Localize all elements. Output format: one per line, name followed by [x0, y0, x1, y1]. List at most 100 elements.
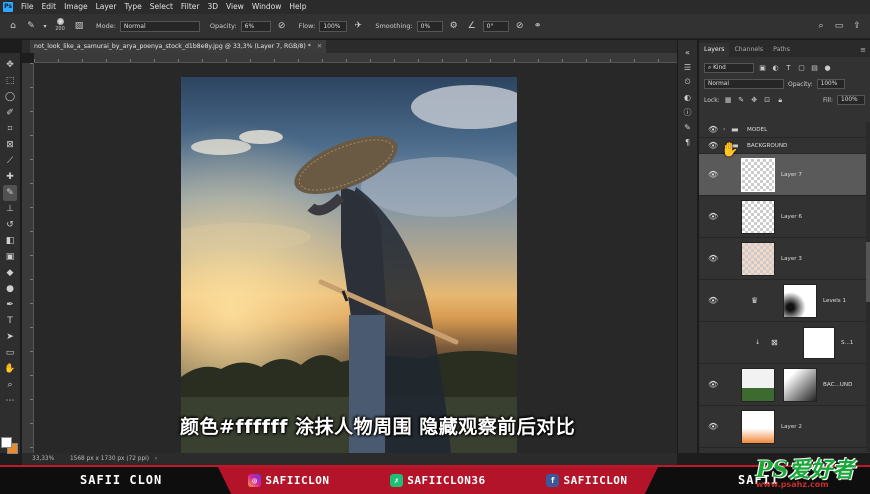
airbrush-icon[interactable]: ✈: [351, 19, 365, 33]
tab-layers[interactable]: Layers: [699, 43, 730, 57]
status-menu-icon[interactable]: ›: [155, 456, 157, 462]
collapse-arrows-icon[interactable]: «: [682, 46, 694, 58]
visibility-eye-icon[interactable]: 👁︎: [708, 141, 718, 150]
properties-icon[interactable]: ☰: [682, 61, 694, 73]
history-brush-tool-icon[interactable]: ↺: [3, 217, 17, 233]
flow-input[interactable]: 100%: [319, 20, 348, 32]
menu-3d[interactable]: 3D: [203, 0, 222, 14]
opacity-input[interactable]: 6%: [240, 20, 271, 32]
smoothing-settings-icon[interactable]: ⚙: [447, 19, 461, 33]
blend-mode-select[interactable]: Normal: [704, 79, 784, 89]
mode-select[interactable]: Normal: [119, 20, 200, 32]
gradient-tool-icon[interactable]: ▣: [3, 249, 17, 265]
paragraph-icon[interactable]: ¶: [682, 136, 694, 148]
close-icon[interactable]: ✕: [317, 43, 322, 50]
lasso-tool-icon[interactable]: ◯: [3, 89, 17, 105]
share-icon[interactable]: ⇪: [850, 19, 864, 33]
type-tool-icon[interactable]: T: [3, 313, 17, 329]
blur-tool-icon[interactable]: ◆: [3, 265, 17, 281]
lock-all-icon[interactable]: 🔒︎: [776, 96, 785, 105]
tab-channels[interactable]: Channels: [729, 43, 768, 57]
chevron-down-icon[interactable]: ▾: [42, 19, 48, 33]
kind-filter-select[interactable]: ⌕ Kind: [704, 63, 754, 73]
info-icon[interactable]: ⓘ: [682, 106, 694, 118]
instagram-link[interactable]: ◎ SAFIICLON: [248, 474, 329, 487]
path-selection-tool-icon[interactable]: ➤: [3, 329, 17, 345]
brush-tool-icon[interactable]: ✎: [3, 185, 17, 201]
menu-filter[interactable]: Filter: [177, 0, 204, 14]
document-image[interactable]: [181, 77, 517, 453]
brush-preset-picker[interactable]: 200: [52, 18, 68, 34]
visibility-eye-icon[interactable]: 👁︎: [708, 212, 718, 221]
document-tab[interactable]: not_look_like_a_samurai_by_arya_poenya_s…: [30, 40, 326, 53]
menu-image[interactable]: Image: [60, 0, 92, 14]
lock-pixels-icon[interactable]: ✎: [737, 96, 746, 105]
fill-input[interactable]: 100%: [837, 95, 865, 105]
eraser-tool-icon[interactable]: ◧: [3, 233, 17, 249]
lock-transparency-icon[interactable]: ▦: [724, 96, 733, 105]
menu-window[interactable]: Window: [248, 0, 286, 14]
zoom-tool-icon[interactable]: ⌕: [3, 377, 17, 393]
move-tool-icon[interactable]: ✥: [3, 57, 17, 73]
lock-artboard-icon[interactable]: ⊡: [763, 96, 772, 105]
visibility-eye-icon[interactable]: 👁︎: [708, 125, 718, 134]
layer-row-layer-3[interactable]: 👁︎ Layer 3: [699, 238, 867, 280]
menu-type[interactable]: Type: [121, 0, 146, 14]
filter-toggle-icon[interactable]: ●: [823, 64, 832, 73]
layer-row-model[interactable]: 👁︎ › ▬ MODEL: [699, 122, 867, 138]
menu-help[interactable]: Help: [285, 0, 310, 14]
color-swatches[interactable]: [1, 437, 19, 455]
frame-tool-icon[interactable]: ⊠: [3, 137, 17, 153]
menu-view[interactable]: View: [222, 0, 248, 14]
visibility-eye-icon[interactable]: 👁︎: [708, 380, 718, 389]
layer-row-layer-7[interactable]: 👁︎ Layer 7 ✋: [699, 142, 867, 196]
adjustment-filter-icon[interactable]: ◐: [771, 64, 780, 73]
visibility-eye-icon[interactable]: 👁︎: [708, 254, 718, 263]
dodge-tool-icon[interactable]: ●: [3, 281, 17, 297]
fiverr-link[interactable]: ✗ SAFIICLON36: [390, 474, 485, 487]
menu-file[interactable]: File: [17, 0, 38, 14]
marquee-tool-icon[interactable]: ⬚: [3, 73, 17, 89]
hand-tool-icon[interactable]: ✋: [3, 361, 17, 377]
eyedropper-tool-icon[interactable]: ⟋: [3, 153, 17, 169]
history-icon[interactable]: ⏲: [682, 76, 694, 88]
menu-select[interactable]: Select: [146, 0, 177, 14]
brush-tool-icon[interactable]: ✎: [24, 19, 38, 33]
layer-row-layer-6[interactable]: 👁︎ Layer 6: [699, 196, 867, 238]
adjustments-icon[interactable]: ◐: [682, 91, 694, 103]
layer-row-levels-1[interactable]: 👁︎ ♛ Levels 1: [699, 280, 867, 322]
brush-settings-icon[interactable]: ▨: [72, 19, 86, 33]
group-expand-icon[interactable]: ›: [723, 126, 725, 133]
pixel-filter-icon[interactable]: ▣: [758, 64, 767, 73]
brushes-icon[interactable]: ✎: [682, 121, 694, 133]
layer-row-s1[interactable]: 👁︎ ↓ ⊠ S...1: [699, 322, 867, 364]
crop-tool-icon[interactable]: ⌗: [3, 121, 17, 137]
layer-row-layer-2[interactable]: 👁︎ Layer 2: [699, 406, 867, 448]
zoom-level[interactable]: 33,33%: [32, 456, 54, 462]
quick-select-tool-icon[interactable]: ✐: [3, 105, 17, 121]
symmetry-icon[interactable]: ⚭: [531, 19, 545, 33]
panel-menu-icon[interactable]: ≡: [860, 43, 866, 57]
layers-scrollbar[interactable]: [866, 122, 870, 452]
healing-brush-tool-icon[interactable]: ✚: [3, 169, 17, 185]
type-filter-icon[interactable]: T: [784, 64, 793, 73]
visibility-eye-icon[interactable]: 👁︎: [708, 170, 718, 179]
clone-stamp-tool-icon[interactable]: ⊥: [3, 201, 17, 217]
smoothing-input[interactable]: 0%: [416, 20, 443, 32]
layer-row-background[interactable]: 👁︎ BAC...UND: [699, 364, 867, 406]
visibility-eye-icon[interactable]: 👁︎: [708, 296, 718, 305]
menu-edit[interactable]: Edit: [38, 0, 61, 14]
lock-position-icon[interactable]: ✥: [750, 96, 759, 105]
menu-layer[interactable]: Layer: [92, 0, 121, 14]
angle-input[interactable]: 0°: [482, 20, 509, 32]
workspace-icon[interactable]: ▭: [832, 19, 846, 33]
rectangle-tool-icon[interactable]: ▭: [3, 345, 17, 361]
search-icon[interactable]: ⌕: [814, 19, 828, 33]
tab-paths[interactable]: Paths: [768, 43, 795, 57]
visibility-eye-icon[interactable]: 👁︎: [708, 422, 718, 431]
facebook-link[interactable]: f SAFIICLON: [546, 474, 627, 487]
canvas-area[interactable]: [34, 63, 677, 453]
home-icon[interactable]: ⌂: [6, 19, 20, 33]
more-tools-icon[interactable]: ⋯: [3, 393, 17, 409]
layer-opacity-input[interactable]: 100%: [816, 79, 845, 89]
